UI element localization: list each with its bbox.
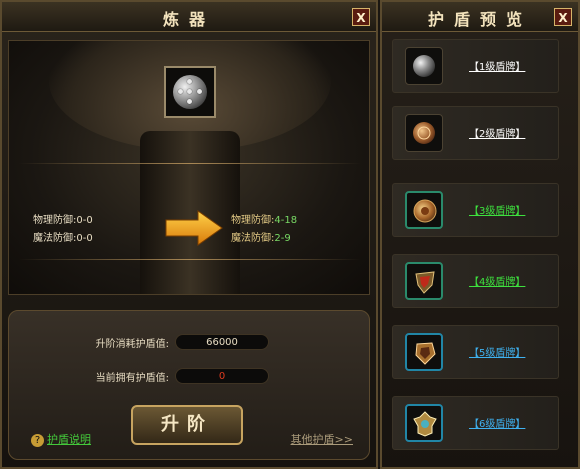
shield-slot bbox=[405, 404, 443, 442]
steel-buckler-icon bbox=[413, 55, 435, 77]
ornate-round-shield-icon bbox=[413, 199, 437, 223]
preview-close-button[interactable]: X bbox=[554, 8, 572, 26]
upgraded-magic-defense: 魔法防御:2-9 bbox=[231, 233, 291, 244]
forge-close-button[interactable]: X bbox=[352, 8, 370, 26]
shield-name: 【4级盾牌】 bbox=[469, 277, 526, 288]
shield-name: 【3级盾牌】 bbox=[469, 206, 526, 217]
shield-slot bbox=[405, 262, 443, 300]
shield-item-slot[interactable] bbox=[164, 66, 216, 118]
steel-shield-icon bbox=[173, 75, 207, 109]
other-shields-link[interactable]: 其他护盾>> bbox=[291, 431, 353, 447]
bronze-round-shield-icon bbox=[413, 122, 435, 144]
cost-label: 升阶消耗护盾值: bbox=[95, 339, 169, 350]
shield-name: 【2级盾牌】 bbox=[469, 129, 526, 140]
forge-panel: 炼器 X 物理防御:0-0 魔法防御:0-0 物理防御:4-18 魔法防御:2-… bbox=[0, 0, 378, 469]
shield-slot bbox=[405, 191, 443, 229]
shield-card-1[interactable]: 【1级盾牌】 bbox=[392, 39, 559, 93]
owned-value: 0 bbox=[175, 368, 269, 384]
preview-title: 护盾预览 bbox=[427, 10, 532, 29]
shield-card-5[interactable]: 【5级盾牌】 bbox=[392, 325, 559, 379]
upgrade-button[interactable]: 升阶 bbox=[131, 405, 243, 445]
shield-slot bbox=[405, 333, 443, 371]
forge-stage: 物理防御:0-0 魔法防御:0-0 物理防御:4-18 魔法防御:2-9 bbox=[8, 40, 370, 295]
shield-slot bbox=[405, 47, 443, 85]
current-physical-defense: 物理防御:0-0 bbox=[33, 215, 93, 226]
upgrade-cost-section: 升阶消耗护盾值: 66000 当前拥有护盾值: 0 升阶 ? 护盾说明 其他护盾>… bbox=[8, 310, 370, 460]
forge-title: 炼器 bbox=[162, 10, 215, 29]
shield-card-6[interactable]: 【6级盾牌】 bbox=[392, 396, 559, 450]
divider-top bbox=[19, 163, 361, 164]
shield-card-2[interactable]: 【2级盾牌】 bbox=[392, 106, 559, 160]
shield-card-4[interactable]: 【4级盾牌】 bbox=[392, 254, 559, 308]
shield-name: 【1级盾牌】 bbox=[469, 62, 526, 73]
spiked-shield-icon bbox=[413, 411, 437, 437]
shield-slot bbox=[405, 114, 443, 152]
question-icon: ? bbox=[31, 434, 44, 447]
kite-shield-icon bbox=[415, 271, 435, 294]
current-magic-defense: 魔法防御:0-0 bbox=[33, 233, 93, 244]
divider-bottom bbox=[19, 259, 361, 260]
shield-help-link[interactable]: ? 护盾说明 bbox=[31, 431, 91, 447]
upgraded-physical-defense: 物理防御:4-18 bbox=[231, 215, 298, 226]
upgrade-arrow-icon bbox=[165, 210, 223, 246]
winged-shield-icon bbox=[415, 342, 436, 365]
owned-label: 当前拥有护盾值: bbox=[95, 373, 169, 384]
shield-card-3[interactable]: 【3级盾牌】 bbox=[392, 183, 559, 237]
cost-value: 66000 bbox=[175, 334, 269, 350]
preview-panel: 护盾预览 X 【1级盾牌】 【2级盾牌】 【3级盾牌】 【4级盾牌】 【5级盾牌… bbox=[380, 0, 580, 469]
forge-titlebar: 炼器 X bbox=[2, 2, 376, 32]
shield-name: 【6级盾牌】 bbox=[469, 419, 526, 430]
shield-name: 【5级盾牌】 bbox=[469, 348, 526, 359]
preview-titlebar: 护盾预览 X bbox=[382, 2, 578, 32]
